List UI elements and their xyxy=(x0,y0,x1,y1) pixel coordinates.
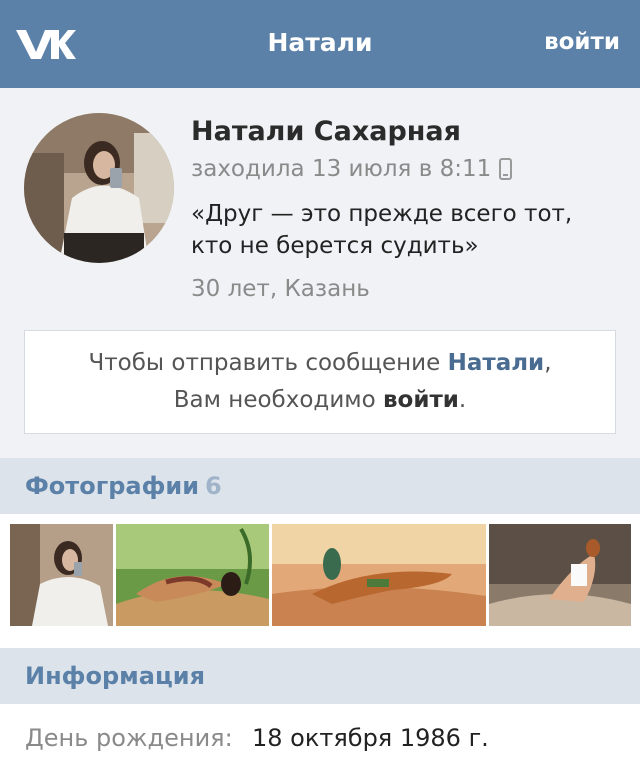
login-inline-link[interactable]: войти xyxy=(383,387,459,413)
photo-1 xyxy=(10,524,113,626)
photo-thumb-3[interactable] xyxy=(272,524,486,626)
notice-line-1: Чтобы отправить сообщение Натали, xyxy=(25,345,615,382)
photo-2 xyxy=(116,524,269,626)
notice-punct: , xyxy=(544,350,552,376)
info-title: Информация xyxy=(25,662,205,690)
info-section-header: Информация xyxy=(0,648,640,704)
photos-section-header[interactable]: Фотографии 6 xyxy=(0,458,640,514)
notice-text: Чтобы отправить сообщение xyxy=(88,350,448,376)
profile-card: Натали Сахарная заходила 13 июля в 8:11 … xyxy=(0,88,640,458)
send-message-notice: Чтобы отправить сообщение Натали, Вам не… xyxy=(24,330,616,434)
photo-4 xyxy=(489,524,631,626)
avatar-photo xyxy=(24,113,174,263)
top-bar: Натали войти xyxy=(0,0,640,88)
photo-3 xyxy=(272,524,486,626)
last-seen: заходила 13 июля в 8:11 xyxy=(191,156,513,182)
login-link[interactable]: войти xyxy=(544,29,620,55)
info-block: День рождения: 18 октября 1986 г. xyxy=(0,704,640,771)
notice-punct: . xyxy=(458,387,467,413)
photos-title: Фотографии 6 xyxy=(25,472,222,500)
profile-name: Натали Сахарная xyxy=(191,116,461,147)
mobile-phone-icon xyxy=(499,158,513,180)
photo-thumb-1[interactable] xyxy=(10,524,113,626)
birthday-label: День рождения: xyxy=(25,724,233,752)
notice-line-2: Вам необходимо войти. xyxy=(25,382,615,419)
status-text: «Друг — это прежде всего тот, кто не бер… xyxy=(191,201,573,259)
profile-name-link[interactable]: Натали xyxy=(448,350,545,376)
photos-count: 6 xyxy=(205,472,222,500)
avatar[interactable] xyxy=(24,113,174,263)
notice-text: Вам необходимо xyxy=(173,387,383,413)
photo-thumb-4[interactable] xyxy=(489,524,631,626)
age-city: 30 лет, Казань xyxy=(191,276,370,302)
photo-thumb-2[interactable] xyxy=(116,524,269,626)
photos-title-text: Фотографии xyxy=(25,472,200,500)
birthday-value: 18 октября 1986 г. xyxy=(252,724,489,752)
photos-strip xyxy=(0,514,640,648)
last-seen-text: заходила 13 июля в 8:11 xyxy=(191,156,492,182)
